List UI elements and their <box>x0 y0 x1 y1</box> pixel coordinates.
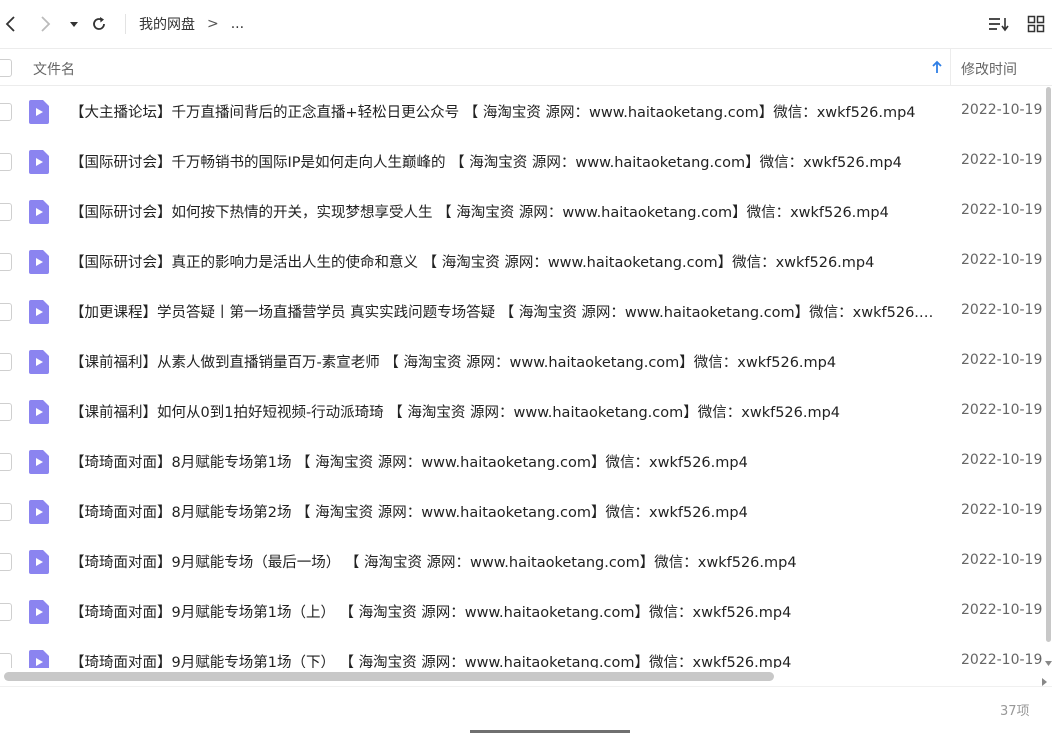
forward-arrow-icon[interactable] <box>34 12 56 36</box>
video-file-icon <box>29 650 49 668</box>
file-name[interactable]: 【琦琦面对面】9月赋能专场第1场（上） 【 海淘宝资 源网：www.haitao… <box>70 601 940 622</box>
row-checkbox[interactable] <box>0 503 12 521</box>
file-modified-time: 2022-10-19 <box>961 652 1043 668</box>
row-checkbox[interactable] <box>0 553 12 571</box>
row-checkbox[interactable] <box>0 103 12 121</box>
table-row[interactable]: 【国际研讨会】千万畅销书的国际IP是如何走向人生巅峰的 【 海淘宝资 源网：ww… <box>0 137 1046 187</box>
table-row[interactable]: 【琦琦面对面】9月赋能专场第1场（下） 【 海淘宝资 源网：www.haitao… <box>0 637 1046 668</box>
row-checkbox[interactable] <box>0 303 12 321</box>
row-checkbox[interactable] <box>0 403 12 421</box>
vertical-scrollbar[interactable] <box>1045 87 1052 667</box>
file-modified-time: 2022-10-19 <box>961 552 1043 568</box>
toolbar-divider <box>125 14 126 34</box>
file-modified-time: 2022-10-19 <box>961 102 1043 118</box>
list-header: 文件名 修改时间 <box>0 48 1052 86</box>
row-checkbox[interactable] <box>0 653 12 668</box>
breadcrumb-separator: > <box>207 16 219 32</box>
file-list: 【大主播论坛】千万直播间背后的正念直播+轻松日更公众号 【 海淘宝资 源网：ww… <box>0 87 1046 668</box>
row-checkbox[interactable] <box>0 603 12 621</box>
file-name[interactable]: 【琦琦面对面】9月赋能专场（最后一场） 【 海淘宝资 源网：www.haitao… <box>70 551 940 572</box>
video-file-icon <box>29 300 49 324</box>
file-modified-time: 2022-10-19 <box>961 252 1043 268</box>
table-row[interactable]: 【琦琦面对面】8月赋能专场第1场 【 海淘宝资 源网：www.haitaoket… <box>0 437 1046 487</box>
file-name[interactable]: 【课前福利】如何从0到1拍好短视频-行动派琦琦 【 海淘宝资 源网：www.ha… <box>70 401 940 422</box>
table-row[interactable]: 【课前福利】如何从0到1拍好短视频-行动派琦琦 【 海淘宝资 源网：www.ha… <box>0 387 1046 437</box>
video-file-icon <box>29 500 49 524</box>
table-row[interactable]: 【大主播论坛】千万直播间背后的正念直播+轻松日更公众号 【 海淘宝资 源网：ww… <box>0 87 1046 137</box>
file-modified-time: 2022-10-19 <box>961 302 1043 318</box>
item-count: 37项 <box>1000 704 1030 719</box>
video-file-icon <box>29 150 49 174</box>
file-modified-time: 2022-10-19 <box>961 152 1043 168</box>
video-file-icon <box>29 100 49 124</box>
scroll-right-arrow-icon[interactable] <box>1040 672 1048 686</box>
file-name[interactable]: 【国际研讨会】如何按下热情的开关，实现梦想享受人生 【 海淘宝资 源网：www.… <box>70 201 940 222</box>
table-row[interactable]: 【琦琦面对面】9月赋能专场（最后一场） 【 海淘宝资 源网：www.haitao… <box>0 537 1046 587</box>
video-file-icon <box>29 600 49 624</box>
grid-view-icon[interactable] <box>1025 12 1047 36</box>
table-row[interactable]: 【课前福利】从素人做到直播销量百万-素宣老师 【 海淘宝资 源网：www.hai… <box>0 337 1046 387</box>
row-checkbox[interactable] <box>0 153 12 171</box>
file-name[interactable]: 【国际研讨会】真正的影响力是活出人生的使命和意义 【 海淘宝资 源网：www.h… <box>70 251 940 272</box>
file-name[interactable]: 【加更课程】学员答疑丨第一场直播营学员 真实实践问题专场答疑 【 海淘宝资 源网… <box>70 301 940 322</box>
row-checkbox[interactable] <box>0 253 12 271</box>
file-modified-time: 2022-10-19 <box>961 602 1043 618</box>
file-name[interactable]: 【琦琦面对面】9月赋能专场第1场（下） 【 海淘宝资 源网：www.haitao… <box>70 651 940 668</box>
scroll-down-arrow-icon[interactable] <box>1045 653 1052 666</box>
file-name[interactable]: 【琦琦面对面】8月赋能专场第1场 【 海淘宝资 源网：www.haitaoket… <box>70 451 940 472</box>
row-checkbox[interactable] <box>0 203 12 221</box>
row-checkbox[interactable] <box>0 353 12 371</box>
table-row[interactable]: 【琦琦面对面】9月赋能专场第1场（上） 【 海淘宝资 源网：www.haitao… <box>0 587 1046 637</box>
history-dropdown-icon[interactable] <box>63 12 85 36</box>
back-arrow-icon[interactable] <box>0 12 22 36</box>
video-file-icon <box>29 350 49 374</box>
footer-divider <box>0 686 1052 687</box>
breadcrumb-more[interactable]: ... <box>231 16 244 32</box>
file-name[interactable]: 【国际研讨会】千万畅销书的国际IP是如何走向人生巅峰的 【 海淘宝资 源网：ww… <box>70 151 940 172</box>
toolbar: 我的网盘 > ... <box>0 0 1052 48</box>
column-divider[interactable] <box>950 49 951 86</box>
file-modified-time: 2022-10-19 <box>961 352 1043 368</box>
file-modified-time: 2022-10-19 <box>961 452 1043 468</box>
table-row[interactable]: 【国际研讨会】真正的影响力是活出人生的使命和意义 【 海淘宝资 源网：www.h… <box>0 237 1046 287</box>
file-name[interactable]: 【课前福利】从素人做到直播销量百万-素宣老师 【 海淘宝资 源网：www.hai… <box>70 351 940 372</box>
file-modified-time: 2022-10-19 <box>961 202 1043 218</box>
video-file-icon <box>29 200 49 224</box>
refresh-icon[interactable] <box>88 12 110 36</box>
file-modified-time: 2022-10-19 <box>961 402 1043 418</box>
row-checkbox[interactable] <box>0 453 12 471</box>
select-all-checkbox[interactable] <box>0 59 12 77</box>
breadcrumb-root[interactable]: 我的网盘 <box>139 14 195 34</box>
video-file-icon <box>29 450 49 474</box>
vertical-scrollbar-thumb[interactable] <box>1046 87 1051 642</box>
breadcrumb: 我的网盘 > ... <box>139 14 244 34</box>
column-header-modified[interactable]: 修改时间 <box>961 59 1017 79</box>
horizontal-scrollbar[interactable] <box>0 668 1046 684</box>
table-row[interactable]: 【国际研讨会】如何按下热情的开关，实现梦想享受人生 【 海淘宝资 源网：www.… <box>0 187 1046 237</box>
file-name[interactable]: 【大主播论坛】千万直播间背后的正念直播+轻松日更公众号 【 海淘宝资 源网：ww… <box>70 101 940 122</box>
table-row[interactable]: 【琦琦面对面】8月赋能专场第2场 【 海淘宝资 源网：www.haitaoket… <box>0 487 1046 537</box>
video-file-icon <box>29 400 49 424</box>
file-name[interactable]: 【琦琦面对面】8月赋能专场第2场 【 海淘宝资 源网：www.haitaoket… <box>70 501 940 522</box>
file-modified-time: 2022-10-19 <box>961 502 1043 518</box>
table-row[interactable]: 【加更课程】学员答疑丨第一场直播营学员 真实实践问题专场答疑 【 海淘宝资 源网… <box>0 287 1046 337</box>
horizontal-scrollbar-thumb[interactable] <box>4 672 774 681</box>
sort-ascending-arrow-icon[interactable] <box>929 58 945 76</box>
sort-icon[interactable] <box>988 12 1010 36</box>
column-header-name[interactable]: 文件名 <box>33 59 75 79</box>
video-file-icon <box>29 550 49 574</box>
video-file-icon <box>29 250 49 274</box>
